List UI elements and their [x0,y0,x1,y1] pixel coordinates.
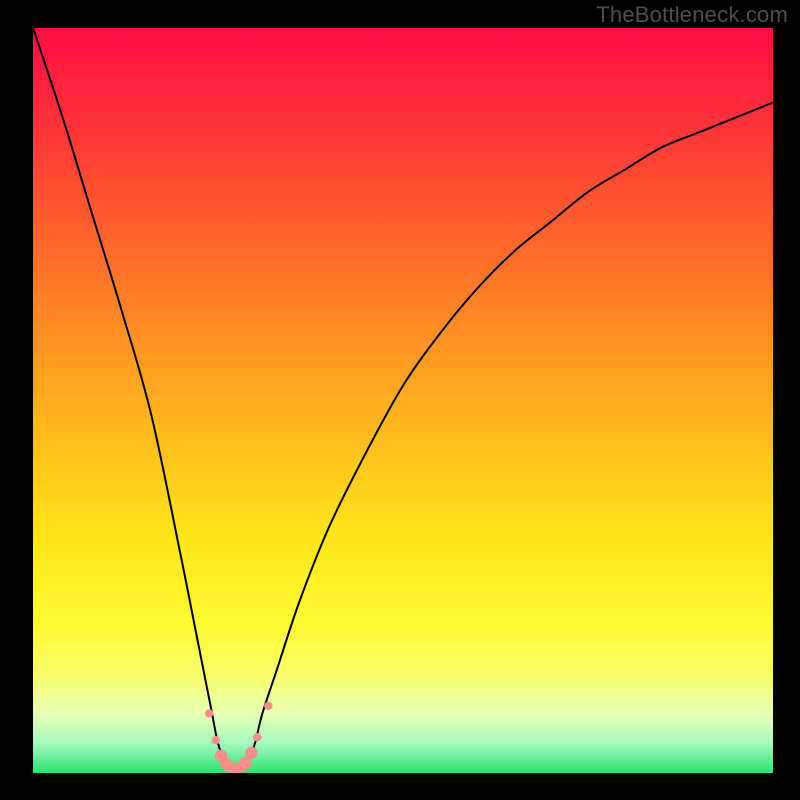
chart-svg [33,28,773,773]
plot-area [33,28,773,773]
curve-marker [264,702,272,710]
curve-marker [245,747,257,759]
watermark-text: TheBottleneck.com [596,2,788,28]
chart-frame: TheBottleneck.com [0,0,800,800]
curve-marker [205,709,213,717]
curve-marker [239,757,251,769]
curve-marker [253,733,261,741]
gradient-background [33,28,773,773]
curve-marker [212,736,220,744]
